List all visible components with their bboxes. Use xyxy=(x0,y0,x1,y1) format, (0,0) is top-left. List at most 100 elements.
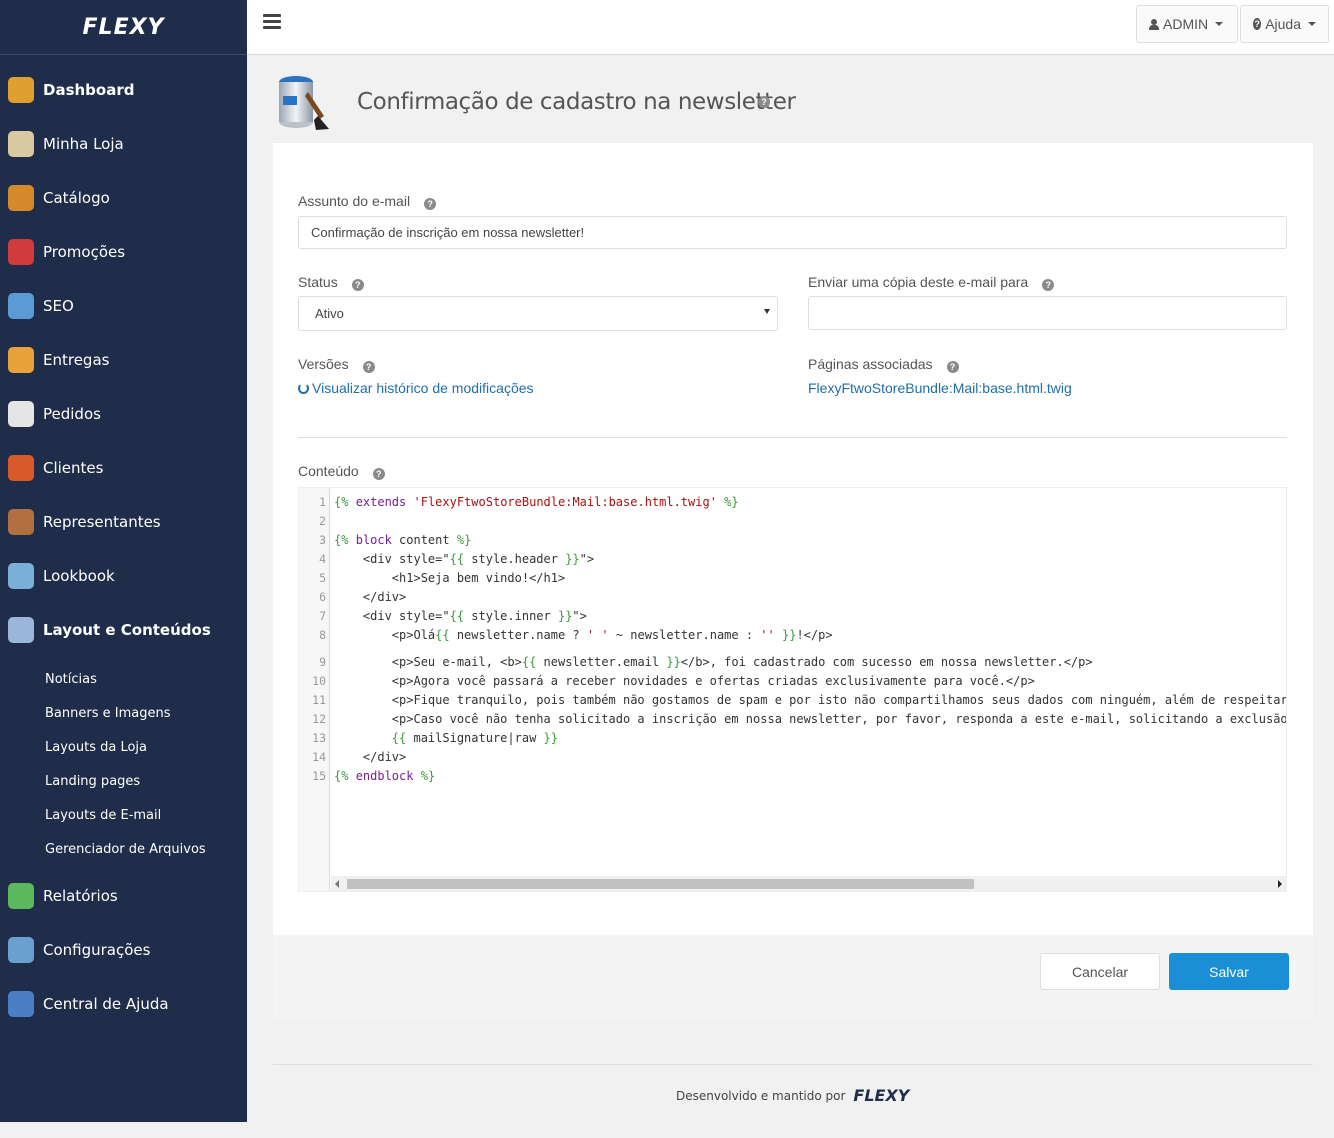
line-number: 8 xyxy=(319,628,326,642)
help-menu-button[interactable]: ? Ajuda xyxy=(1240,5,1329,43)
brand-logo-text: FLEXY xyxy=(82,14,165,40)
scroll-right-icon[interactable] xyxy=(1278,880,1282,888)
line-number: 3 xyxy=(319,533,326,547)
truck-icon xyxy=(8,347,34,373)
versions-history-link[interactable]: Visualizar histórico de modificações xyxy=(298,380,534,396)
sidebar-item-promocoes[interactable]: Promoções xyxy=(0,225,247,279)
percent-icon xyxy=(8,239,34,265)
code-line[interactable]: 12 <p>Caso você não tenha solicitado a i… xyxy=(299,710,1286,729)
status-label: Status? xyxy=(298,274,364,291)
sidebar-item-seo[interactable]: SEO xyxy=(0,279,247,333)
subject-input[interactable]: Confirmação de inscrição em nossa newsle… xyxy=(298,216,1287,249)
line-number: 10 xyxy=(312,674,326,688)
line-number: 4 xyxy=(319,552,326,566)
copy-label-text: Enviar uma cópia deste e-mail para xyxy=(808,274,1029,290)
sidebar-item-relatorios[interactable]: Relatórios xyxy=(0,869,247,923)
code-text: </div> xyxy=(334,590,407,604)
line-number: 14 xyxy=(312,750,326,764)
help-center-icon xyxy=(8,991,34,1017)
paint-bucket-icon xyxy=(8,617,34,643)
brand-logo[interactable]: FLEXY xyxy=(0,0,247,55)
copy-label: Enviar uma cópia deste e-mail para? xyxy=(808,274,1055,291)
sidebar-item-layout-e-conteudos[interactable]: Layout e Conteúdos xyxy=(0,603,247,657)
sidebar-item-entregas[interactable]: Entregas xyxy=(0,333,247,387)
versions-help-icon[interactable]: ? xyxy=(362,361,375,373)
pages-help-icon[interactable]: ? xyxy=(946,361,959,373)
sidebar-item-dashboard[interactable]: Dashboard xyxy=(0,63,247,117)
footer-logo[interactable]: FLEXY xyxy=(853,1086,909,1105)
dashboard-icon xyxy=(8,77,34,103)
content-help-icon[interactable]: ? xyxy=(372,468,385,480)
save-button[interactable]: Salvar xyxy=(1169,953,1289,990)
code-line[interactable]: 9 <p>Seu e-mail, <b>{{ newsletter.email … xyxy=(299,653,1286,672)
subject-label: Assunto do e-mail? xyxy=(298,193,437,210)
status-label-text: Status xyxy=(298,274,338,290)
code-text: <p>Olá{{ newsletter.name ? ' ' ~ newslet… xyxy=(334,628,833,642)
sidebar-subitem[interactable]: Layouts de E-mail xyxy=(45,808,161,823)
code-text: <div style="{{ style.header }}"> xyxy=(334,552,595,566)
sidebar-item-catalogo[interactable]: Catálogo xyxy=(0,171,247,225)
code-line[interactable]: 5 <h1>Seja bem vindo!</h1> xyxy=(299,569,1286,588)
horizontal-scrollbar[interactable] xyxy=(331,876,1286,891)
menu-toggle-icon[interactable] xyxy=(263,14,281,30)
sidebar-item-minha-loja[interactable]: Minha Loja xyxy=(0,117,247,171)
sidebar-item-label: Representantes xyxy=(43,513,161,531)
sidebar-item-pedidos[interactable]: Pedidos xyxy=(0,387,247,441)
line-number: 11 xyxy=(312,693,326,707)
code-line[interactable]: 10 <p>Agora você passará a receber novid… xyxy=(299,672,1286,691)
code-line[interactable]: 13 {{ mailSignature|raw }} xyxy=(299,729,1286,748)
code-line[interactable]: 8 <p>Olá{{ newsletter.name ? ' ' ~ newsl… xyxy=(299,626,1286,645)
code-line[interactable]: 6 </div> xyxy=(299,588,1286,607)
pages-label-text: Páginas associadas xyxy=(808,356,933,372)
code-line[interactable]: 2 xyxy=(299,512,1286,531)
scroll-left-icon[interactable] xyxy=(335,880,339,888)
associated-page-link[interactable]: FlexyFtwoStoreBundle:Mail:base.html.twig xyxy=(808,380,1072,396)
sidebar-item-clientes[interactable]: Clientes xyxy=(0,441,247,495)
sidebar-item-configuracoes[interactable]: Configurações xyxy=(0,923,247,977)
subject-help-icon[interactable]: ? xyxy=(424,198,437,210)
scrollbar-thumb[interactable] xyxy=(347,879,974,889)
code-line[interactable]: 7 <div style="{{ style.inner }}"> xyxy=(299,607,1286,626)
status-select[interactable]: Ativo xyxy=(298,296,778,331)
sidebar-item-lookbook[interactable]: Lookbook xyxy=(0,549,247,603)
sidebar-subitem[interactable]: Banners e Imagens xyxy=(45,706,170,721)
page-title: Confirmação de cadastro na newsletter xyxy=(357,89,796,115)
code-line[interactable]: 1 {% extends 'FlexyFtwoStoreBundle:Mail:b… xyxy=(299,493,1286,512)
divider xyxy=(298,437,1287,438)
sidebar-item-representantes[interactable]: Representantes xyxy=(0,495,247,549)
versions-label: Versões? xyxy=(298,356,375,373)
seo-icon xyxy=(8,293,34,319)
status-help-icon[interactable]: ? xyxy=(351,279,364,291)
page-footer: Desenvolvido e mantido por FLEXY xyxy=(676,1086,909,1105)
user-icon xyxy=(1149,18,1159,30)
reports-icon xyxy=(8,883,34,909)
code-line[interactable]: 14 </div> xyxy=(299,748,1286,767)
chevron-down-icon xyxy=(1308,22,1316,26)
code-editor[interactable]: 1 {% extends 'FlexyFtwoStoreBundle:Mail:b… xyxy=(298,487,1287,892)
code-text: <div style="{{ style.inner }}"> xyxy=(334,609,587,623)
title-help-icon[interactable]: ? xyxy=(758,96,770,108)
sidebar-subitem[interactable]: Layouts da Loja xyxy=(45,740,147,755)
code-line[interactable]: 11 <p>Fique tranquilo, pois também não g… xyxy=(299,691,1286,710)
copy-email-input[interactable] xyxy=(808,296,1287,330)
line-number: 12 xyxy=(312,712,326,726)
copy-help-icon[interactable]: ? xyxy=(1042,279,1055,291)
sidebar-item-label: Promoções xyxy=(43,243,126,261)
sidebar-subitem[interactable]: Gerenciador de Arquivos xyxy=(45,842,206,857)
content-label-text: Conteúdo xyxy=(298,463,359,479)
sidebar-item-label: Configurações xyxy=(43,941,151,959)
cancel-button[interactable]: Cancelar xyxy=(1040,953,1160,990)
sidebar-item-central-de-ajuda[interactable]: Central de Ajuda xyxy=(0,977,247,1031)
select-arrow-icon xyxy=(764,309,770,314)
code-line[interactable]: 4 <div style="{{ style.header }}"> xyxy=(299,550,1286,569)
code-text: <h1>Seja bem vindo!</h1> xyxy=(334,571,566,585)
chevron-down-icon xyxy=(1215,22,1224,26)
line-number: 2 xyxy=(319,514,326,528)
user-menu-button[interactable]: ADMIN xyxy=(1136,5,1238,43)
associated-page-link-text: FlexyFtwoStoreBundle:Mail:base.html.twig xyxy=(808,380,1072,396)
code-line[interactable]: 15 {% endblock %} xyxy=(299,767,1286,786)
sidebar-subitem[interactable]: Notícias xyxy=(45,672,97,687)
help-menu-label: Ajuda xyxy=(1265,16,1301,32)
sidebar-subitem[interactable]: Landing pages xyxy=(45,774,140,789)
code-line[interactable]: 3 {% block content %} xyxy=(299,531,1286,550)
